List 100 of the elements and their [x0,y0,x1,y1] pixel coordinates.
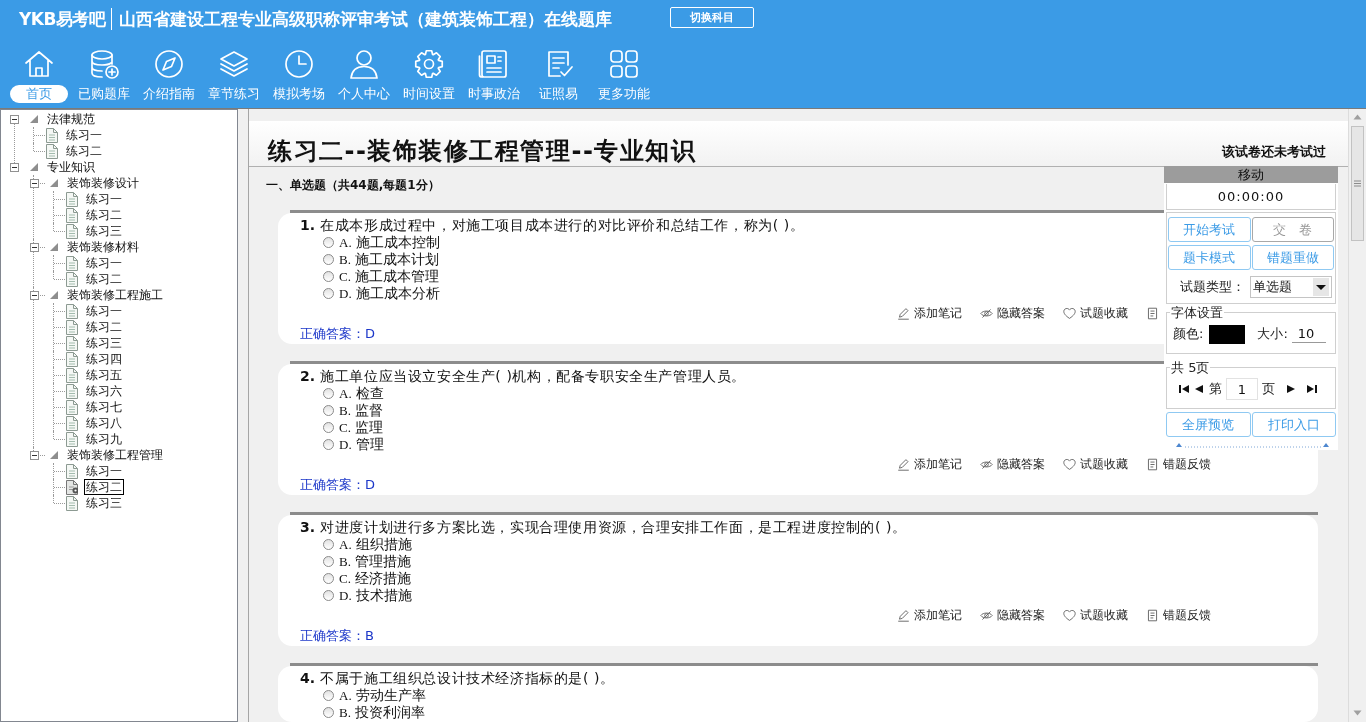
exam-status: 该试卷还未考试过 [1222,143,1326,161]
tree-folder[interactable]: 法律规范 [45,111,97,127]
collapse-icon[interactable] [30,178,39,188]
tree-item[interactable]: 练习六 [84,383,124,399]
scroll-down-icon[interactable] [1353,710,1362,716]
option-label: C. 经济措施 [339,570,412,587]
radio-button[interactable] [323,254,334,265]
next-page-icon[interactable] [1287,384,1295,394]
collapse-icon[interactable] [30,290,39,300]
tree-item[interactable]: 练习二 [84,479,124,495]
color-swatch[interactable] [1209,324,1246,344]
favorite-button[interactable]: 试题收藏 [1063,607,1128,624]
tree-item[interactable]: 练习二 [84,207,124,223]
tree-folder[interactable]: 装饰装修材料 [65,239,141,255]
scroll-up-icon[interactable] [1353,114,1362,120]
heart-icon [1063,458,1076,471]
tree-item[interactable]: 练习二 [84,319,124,335]
tree-item[interactable]: 练习五 [84,367,124,383]
tree-item[interactable]: 练习九 [84,431,124,447]
option-label: D. 管理 [339,436,385,453]
tree-item[interactable]: 练习三 [84,495,124,511]
favorite-button[interactable]: 试题收藏 [1063,456,1128,473]
option-label: A. 劳动生产率 [339,687,427,704]
home-icon [22,48,55,80]
answer-text: 正确答案：B [300,627,374,645]
font-settings-legend: 字体设置 [1170,305,1224,320]
document-icon [65,367,78,383]
tree-item[interactable]: 练习二 [64,143,104,159]
hide-answer-button[interactable]: 隐藏答案 [980,607,1045,624]
tree-item[interactable]: 练习四 [84,351,124,367]
radio-button[interactable] [323,439,334,450]
layers-icon [217,48,250,80]
tree-folder[interactable]: 装饰装修设计 [65,175,141,191]
document-icon [65,415,78,431]
radio-button[interactable] [323,707,334,718]
eye-slash-icon [980,458,993,471]
panel-drag-header[interactable]: 移动 [1164,166,1338,183]
tree-item[interactable]: 练习一 [84,303,124,319]
option-label: C. 施工成本管理 [339,268,440,285]
tree-item[interactable]: 练习三 [84,223,124,239]
add-note-button[interactable]: 添加笔记 [897,607,962,624]
document-icon [65,207,78,223]
hide-answer-button[interactable]: 隐藏答案 [980,456,1045,473]
favorite-button[interactable]: 试题收藏 [1063,305,1128,322]
radio-button[interactable] [323,237,334,248]
report-error-button[interactable] [1146,305,1159,322]
radio-button[interactable] [323,388,334,399]
tree-item[interactable]: 练习二 [84,271,124,287]
tree-folder[interactable]: 装饰装修工程施工 [65,287,165,303]
tree-item[interactable]: 练习一 [84,191,124,207]
tree-folder[interactable]: 专业知识 [45,159,97,175]
tree-item[interactable]: 练习一 [64,127,104,143]
collapse-icon[interactable] [30,450,39,460]
document-icon [65,431,78,447]
add-note-button[interactable]: 添加笔记 [897,305,962,322]
radio-button[interactable] [323,690,334,701]
question-type-select[interactable]: 单选题 [1250,276,1332,298]
radio-button[interactable] [323,271,334,282]
option-label: B. 管理措施 [339,553,412,570]
last-page-icon[interactable] [1307,384,1317,394]
tree-item[interactable]: 练习一 [84,463,124,479]
document-icon [1146,458,1159,471]
vertical-scrollbar[interactable] [1348,109,1366,722]
radio-button[interactable] [323,556,334,567]
heart-icon [1063,307,1076,320]
option-label: B. 投资利润率 [339,704,426,721]
radio-button[interactable] [323,590,334,601]
tree-item[interactable]: 练习一 [84,255,124,271]
scrollbar-thumb[interactable] [1351,126,1364,241]
page-number-input[interactable]: 1 [1226,378,1258,400]
question-text: 2. 施工单位应当设立安全生产( )机构，配备专职安全生产管理人员。 [300,367,747,385]
pencil-icon [897,307,910,320]
tree-folder[interactable]: 装饰装修工程管理 [65,447,165,463]
answer-text: 正确答案：D [300,476,375,494]
tree-item[interactable]: 练习三 [84,335,124,351]
radio-button[interactable] [323,405,334,416]
collapse-icon[interactable] [30,242,39,252]
heart-icon [1063,609,1076,622]
document-icon [45,143,58,159]
radio-button[interactable] [323,422,334,433]
first-page-icon[interactable] [1179,384,1189,394]
newspaper-icon [477,48,510,80]
tree-item[interactable]: 练习八 [84,415,124,431]
collapse-icon[interactable] [10,114,19,124]
triangle-icon [30,115,38,123]
font-size-input[interactable]: 10 [1291,325,1326,343]
document-icon [65,399,78,415]
document-icon [65,495,78,511]
radio-button[interactable] [323,539,334,550]
radio-button[interactable] [323,573,334,584]
answer-text: 正确答案：D [300,325,375,343]
report-error-button[interactable]: 错题反馈 [1146,456,1211,473]
previous-page-icon[interactable] [1195,384,1203,394]
add-note-button[interactable]: 添加笔记 [897,456,962,473]
tree-item[interactable]: 练习七 [84,399,124,415]
pencil-icon [897,609,910,622]
report-error-button[interactable]: 错题反馈 [1146,607,1211,624]
radio-button[interactable] [323,288,334,299]
hide-answer-button[interactable]: 隐藏答案 [980,305,1045,322]
collapse-icon[interactable] [10,162,19,172]
